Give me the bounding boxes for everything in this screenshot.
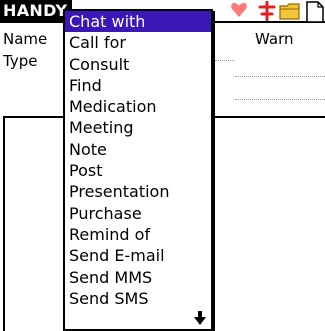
cross-icon[interactable] bbox=[257, 1, 277, 21]
popup-item-presentation[interactable]: Presentation bbox=[65, 181, 211, 202]
popup-item-purchase[interactable]: Purchase bbox=[65, 203, 211, 224]
type-popup-list[interactable]: Chat with Call for Consult Find Medicati… bbox=[63, 9, 213, 331]
popup-item-remind-of[interactable]: Remind of bbox=[65, 224, 211, 245]
type-label: Type bbox=[3, 52, 38, 70]
popup-item-send-mms[interactable]: Send MMS bbox=[65, 267, 211, 288]
popup-item-call-for[interactable]: Call for bbox=[65, 32, 211, 53]
page-icon[interactable] bbox=[305, 1, 325, 23]
warn-label[interactable]: Warn bbox=[255, 30, 293, 48]
popup-item-send-email[interactable]: Send E-mail bbox=[65, 245, 211, 266]
heart-icon[interactable] bbox=[230, 1, 248, 19]
folder-icon[interactable] bbox=[279, 1, 301, 21]
popup-items: Chat with Call for Consult Find Medicati… bbox=[65, 11, 211, 309]
name-field-underline bbox=[215, 60, 235, 61]
popup-item-consult[interactable]: Consult bbox=[65, 54, 211, 75]
name-label: Name bbox=[3, 30, 48, 48]
app-title[interactable]: HANDY bbox=[0, 0, 72, 22]
popup-item-chat-with[interactable]: Chat with bbox=[65, 11, 211, 33]
popup-item-find[interactable]: Find bbox=[65, 75, 211, 96]
type-field-underline bbox=[235, 76, 325, 77]
popup-item-meeting[interactable]: Meeting bbox=[65, 117, 211, 138]
scroll-down-arrow-icon[interactable] bbox=[193, 310, 207, 326]
popup-item-medication[interactable]: Medication bbox=[65, 96, 211, 117]
type-field-underline-2 bbox=[235, 99, 325, 100]
popup-item-note[interactable]: Note bbox=[65, 139, 211, 160]
popup-item-post[interactable]: Post bbox=[65, 160, 211, 181]
popup-item-send-sms[interactable]: Send SMS bbox=[65, 288, 211, 309]
